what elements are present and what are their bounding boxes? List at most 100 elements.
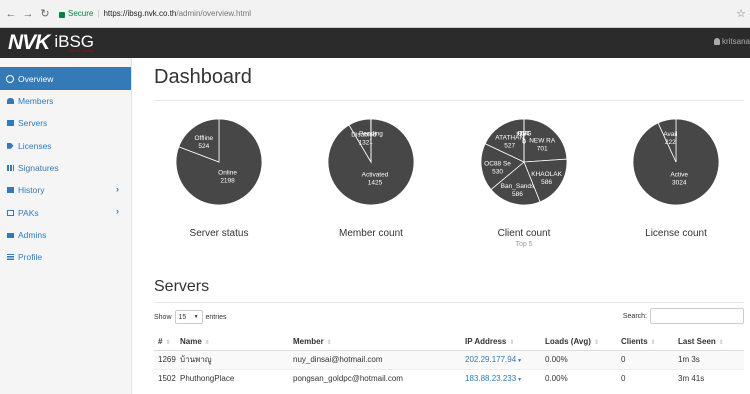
pie-slice-value: 586 <box>512 191 523 198</box>
chart-title: Client count <box>497 228 551 239</box>
reload-icon[interactable]: ↻ <box>39 7 51 20</box>
pie-slice-value: 222 <box>665 139 676 146</box>
sidebar-item-members[interactable]: Members <box>0 90 131 112</box>
column-header-member[interactable]: Member ⇕ <box>289 334 461 351</box>
pie-slice-label: Avail <box>663 131 678 138</box>
address-bar[interactable]: Secure | https://ibsg.nvk.co.th/admin/ov… <box>59 5 251 23</box>
browser-toolbar: ← → ↻ Secure | https://ibsg.nvk.co.th/ad… <box>0 0 750 28</box>
show-label: Show <box>154 313 172 321</box>
cell-last-seen: 3m 41s <box>674 368 744 388</box>
cell-id: 1269 <box>154 349 176 369</box>
th-list-icon <box>5 253 15 261</box>
search-input[interactable] <box>650 308 744 324</box>
cell-last-seen: 1m 3s <box>674 349 744 369</box>
username: kritsana <box>721 37 750 46</box>
tags-icon <box>5 142 15 150</box>
pie-slice-label: Online <box>218 169 237 176</box>
column-header-name[interactable]: Name ⇕ <box>176 334 289 351</box>
cell-clients: 0 <box>617 368 674 388</box>
servers-table: # ⇕ Name ⇕ Member ⇕ IP Address ⇕ Loads (Avg)… <box>154 334 744 388</box>
column-header-ip-address[interactable]: IP Address ⇕ <box>461 334 541 351</box>
sidebar-item-signatures[interactable]: Signatures <box>0 157 131 179</box>
sort-icon: ⇕ <box>204 340 210 347</box>
column-header-id[interactable]: # ⇕ <box>154 334 176 351</box>
forward-arrow-icon[interactable]: → <box>22 8 34 20</box>
user-icon <box>713 38 720 45</box>
table-search: Search: <box>623 308 744 324</box>
dashboard-icon <box>5 74 15 83</box>
section-title-servers: Servers <box>154 278 210 295</box>
caret-down-icon: ▼ <box>193 314 199 320</box>
app-root: ← → ↻ Secure | https://ibsg.nvk.co.th/ad… <box>0 0 750 394</box>
page-title: Dashboard <box>154 66 252 88</box>
column-header-clients[interactable]: Clients ⇕ <box>617 334 674 351</box>
sidebar-item-label: Overview <box>18 73 54 84</box>
pie-chart-server-status: Online 2198 Offline 524 Server status <box>154 118 284 268</box>
table-row[interactable]: 1502 PhuthongPlace pongsan_goldpc@hotmai… <box>154 368 744 388</box>
pie-client-count: NEW RA701KHAOLAK586Ban_Sands586OC88 Se53… <box>480 118 568 206</box>
cell-ip[interactable]: 183.88.23.233▼ <box>461 368 541 388</box>
pie-slice-label: NEW RA <box>529 138 556 145</box>
url-path: /admin/overview.html <box>176 9 252 18</box>
pie-slice-label: CA <box>519 130 529 137</box>
sidebar-item-licenses[interactable]: Licenses <box>0 135 131 157</box>
entries-label: entries <box>205 313 227 321</box>
back-arrow-icon[interactable]: ← <box>5 8 17 20</box>
cell-clients: 0 <box>617 349 674 369</box>
pie-slice-value: 530 <box>492 168 503 175</box>
logo-nvk: NVK <box>8 31 50 54</box>
pie-slice-value: 701 <box>537 146 548 153</box>
column-header-last-seen[interactable]: Last Seen ⇕ <box>674 334 744 351</box>
pie-slice-label: Active <box>670 172 688 179</box>
sidebar-item-label: Profile <box>18 252 43 263</box>
cell-name: บ้านพาญู <box>176 349 289 369</box>
sidebar-item-servers[interactable]: Servers <box>0 112 131 134</box>
pie-chart-member-count: Activated 1425 Disabled 132 Pending 1 Member … <box>306 118 436 268</box>
pie-slice-label: Activated <box>362 172 389 179</box>
ip-link[interactable]: 183.88.23.233 <box>465 374 516 383</box>
caret-down-icon[interactable]: ▼ <box>517 358 522 364</box>
sort-icon: ⇕ <box>509 340 515 347</box>
divider <box>154 100 744 101</box>
sort-icon: ⇕ <box>593 340 599 347</box>
cell-name: PhuthongPlace <box>176 368 289 388</box>
logo[interactable]: NVK iBSG Net in Control <box>8 31 94 54</box>
secure-label: Secure <box>68 9 94 18</box>
qrcode-icon <box>5 164 15 172</box>
table-row[interactable]: 1269 บ้านพาญู nuy_dinsai@hotmail.com 202… <box>154 349 744 369</box>
url-separator: | <box>97 9 100 18</box>
chevron-right-icon: › <box>116 206 119 217</box>
cell-id: 1502 <box>154 368 176 388</box>
user-icon <box>5 97 15 105</box>
sort-icon: ⇕ <box>165 340 171 347</box>
divider <box>154 302 744 303</box>
sidebar-item-admins[interactable]: Admins <box>0 224 131 246</box>
ip-link[interactable]: 202.29.177.94 <box>465 355 516 364</box>
sidebar-item-paks[interactable]: PAKs › <box>0 201 131 223</box>
pie-chart-license-count: Active 3024 Avail 222 License count <box>611 118 741 268</box>
pie-server-status: Online2198 Offline524 <box>175 118 263 206</box>
pie-slice-value: 0 <box>522 138 526 145</box>
url-host: https://ibsg.nvk.co.th <box>103 9 177 18</box>
bookmark-star-icon[interactable]: ☆ <box>736 7 746 20</box>
sidebar-item-profile[interactable]: Profile <box>0 246 131 268</box>
column-header-loads[interactable]: Loads (Avg) ⇕ <box>541 334 617 351</box>
entries-select[interactable]: 15 ▼ <box>174 310 203 324</box>
pie-slice-value: 586 <box>541 179 552 186</box>
cell-ip[interactable]: 202.29.177.94▼ <box>461 349 541 369</box>
sidebar-item-overview[interactable]: Overview <box>0 67 131 90</box>
chevron-right-icon: › <box>116 184 119 195</box>
chart-title: License count <box>645 228 707 239</box>
entries-length-control: Show 15 ▼ entries <box>154 310 227 324</box>
sidebar-item-history[interactable]: History › <box>0 179 131 201</box>
cell-loads: 0.00% <box>541 368 617 388</box>
logo-ibsg: iBSG Net in Control <box>54 33 94 53</box>
pie-slice-label: Offline <box>195 135 214 142</box>
user-menu[interactable]: kritsana <box>713 37 750 46</box>
pie-slice-value: 524 <box>198 143 209 150</box>
caret-down-icon[interactable]: ▼ <box>517 377 522 383</box>
sidebar: Overview Members Servers Licenses Signat… <box>0 58 132 394</box>
server-icon <box>5 119 15 127</box>
cell-member: pongsan_goldpc@hotmail.com <box>289 368 461 388</box>
sort-icon: ⇕ <box>718 340 724 347</box>
